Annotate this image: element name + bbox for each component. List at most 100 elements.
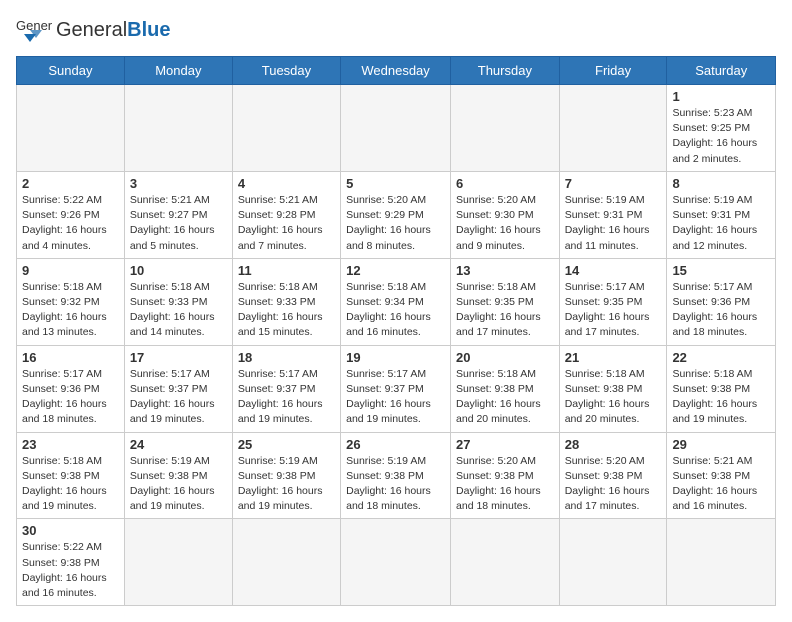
day-number: 27: [456, 437, 554, 452]
calendar-cell: [559, 85, 667, 172]
day-info: Sunrise: 5:18 AM Sunset: 9:38 PM Dayligh…: [22, 454, 119, 515]
day-info: Sunrise: 5:17 AM Sunset: 9:35 PM Dayligh…: [565, 280, 662, 341]
calendar-week-row: 1Sunrise: 5:23 AM Sunset: 9:25 PM Daylig…: [17, 85, 776, 172]
calendar-cell: 14 Sunrise: 5:17 AM Sunset: 9:35 PM Dayli…: [559, 258, 667, 345]
day-info: Sunrise: 5:19 AM Sunset: 9:38 PM Dayligh…: [238, 454, 335, 515]
day-info: Sunrise: 5:17 AM Sunset: 9:37 PM Dayligh…: [130, 367, 227, 428]
day-number: 16: [22, 350, 119, 365]
day-info: Sunrise: 5:21 AM Sunset: 9:27 PM Dayligh…: [130, 193, 227, 254]
day-number: 7: [565, 176, 662, 191]
day-number: 17: [130, 350, 227, 365]
day-info: Sunrise: 5:20 AM Sunset: 9:30 PM Dayligh…: [456, 193, 554, 254]
calendar-cell: [124, 519, 232, 606]
calendar-cell: 29 Sunrise: 5:21 AM Sunset: 9:38 PM Dayli…: [667, 432, 776, 519]
calendar-cell: 15Sunrise: 5:17 AM Sunset: 9:36 PM Dayli…: [667, 258, 776, 345]
calendar-cell: 28 Sunrise: 5:20 AM Sunset: 9:38 PM Dayli…: [559, 432, 667, 519]
day-info: Sunrise: 5:18 AM Sunset: 9:34 PM Dayligh…: [346, 280, 445, 341]
calendar-cell: [341, 519, 451, 606]
weekday-header-wednesday: Wednesday: [341, 57, 451, 85]
day-number: 13: [456, 263, 554, 278]
calendar-cell: 12 Sunrise: 5:18 AM Sunset: 9:34 PM Dayli…: [341, 258, 451, 345]
day-number: 28: [565, 437, 662, 452]
day-info: Sunrise: 5:17 AM Sunset: 9:37 PM Dayligh…: [238, 367, 335, 428]
calendar-cell: [232, 519, 340, 606]
day-info: Sunrise: 5:20 AM Sunset: 9:38 PM Dayligh…: [565, 454, 662, 515]
day-info: Sunrise: 5:22 AM Sunset: 9:38 PM Dayligh…: [22, 540, 119, 601]
calendar-cell: 23 Sunrise: 5:18 AM Sunset: 9:38 PM Dayli…: [17, 432, 125, 519]
calendar-week-row: 2 Sunrise: 5:22 AM Sunset: 9:26 PM Daylig…: [17, 171, 776, 258]
day-number: 30: [22, 523, 119, 538]
day-number: 11: [238, 263, 335, 278]
day-info: Sunrise: 5:20 AM Sunset: 9:29 PM Dayligh…: [346, 193, 445, 254]
calendar-cell: 26Sunrise: 5:19 AM Sunset: 9:38 PM Dayli…: [341, 432, 451, 519]
calendar-cell: 10Sunrise: 5:18 AM Sunset: 9:33 PM Dayli…: [124, 258, 232, 345]
calendar-cell: 5Sunrise: 5:20 AM Sunset: 9:29 PM Daylig…: [341, 171, 451, 258]
day-info: Sunrise: 5:19 AM Sunset: 9:38 PM Dayligh…: [346, 454, 445, 515]
day-number: 21: [565, 350, 662, 365]
day-number: 1: [672, 89, 770, 104]
day-number: 14: [565, 263, 662, 278]
calendar-cell: [667, 519, 776, 606]
day-info: Sunrise: 5:18 AM Sunset: 9:38 PM Dayligh…: [672, 367, 770, 428]
calendar-cell: 9Sunrise: 5:18 AM Sunset: 9:32 PM Daylig…: [17, 258, 125, 345]
day-info: Sunrise: 5:17 AM Sunset: 9:37 PM Dayligh…: [346, 367, 445, 428]
calendar-table: SundayMondayTuesdayWednesdayThursdayFrid…: [16, 56, 776, 606]
day-number: 3: [130, 176, 227, 191]
day-number: 12: [346, 263, 445, 278]
calendar-cell: 22 Sunrise: 5:18 AM Sunset: 9:38 PM Dayli…: [667, 345, 776, 432]
day-number: 20: [456, 350, 554, 365]
calendar-cell: 13 Sunrise: 5:18 AM Sunset: 9:35 PM Dayli…: [451, 258, 560, 345]
calendar-cell: [124, 85, 232, 172]
header: General GeneralBlue: [16, 16, 776, 44]
weekday-header-thursday: Thursday: [451, 57, 560, 85]
logo-text: GeneralBlue: [56, 19, 171, 42]
day-number: 2: [22, 176, 119, 191]
day-number: 10: [130, 263, 227, 278]
day-info: Sunrise: 5:19 AM Sunset: 9:31 PM Dayligh…: [672, 193, 770, 254]
day-number: 23: [22, 437, 119, 452]
day-number: 24: [130, 437, 227, 452]
day-number: 22: [672, 350, 770, 365]
calendar-cell: 17 Sunrise: 5:17 AM Sunset: 9:37 PM Dayli…: [124, 345, 232, 432]
calendar-cell: 25 Sunrise: 5:19 AM Sunset: 9:38 PM Dayli…: [232, 432, 340, 519]
calendar-cell: [341, 85, 451, 172]
calendar-week-row: 23 Sunrise: 5:18 AM Sunset: 9:38 PM Dayli…: [17, 432, 776, 519]
calendar-cell: [232, 85, 340, 172]
calendar-cell: 21Sunrise: 5:18 AM Sunset: 9:38 PM Dayli…: [559, 345, 667, 432]
day-number: 19: [346, 350, 445, 365]
calendar-week-row: 9Sunrise: 5:18 AM Sunset: 9:32 PM Daylig…: [17, 258, 776, 345]
day-info: Sunrise: 5:18 AM Sunset: 9:38 PM Dayligh…: [456, 367, 554, 428]
weekday-header-monday: Monday: [124, 57, 232, 85]
day-info: Sunrise: 5:19 AM Sunset: 9:38 PM Dayligh…: [130, 454, 227, 515]
calendar-cell: 2 Sunrise: 5:22 AM Sunset: 9:26 PM Daylig…: [17, 171, 125, 258]
calendar-cell: [451, 85, 560, 172]
weekday-header-saturday: Saturday: [667, 57, 776, 85]
day-info: Sunrise: 5:18 AM Sunset: 9:35 PM Dayligh…: [456, 280, 554, 341]
day-info: Sunrise: 5:21 AM Sunset: 9:38 PM Dayligh…: [672, 454, 770, 515]
calendar-cell: 3 Sunrise: 5:21 AM Sunset: 9:27 PM Daylig…: [124, 171, 232, 258]
day-number: 25: [238, 437, 335, 452]
calendar-cell: 4Sunrise: 5:21 AM Sunset: 9:28 PM Daylig…: [232, 171, 340, 258]
calendar-cell: 6Sunrise: 5:20 AM Sunset: 9:30 PM Daylig…: [451, 171, 560, 258]
calendar-week-row: 30 Sunrise: 5:22 AM Sunset: 9:38 PM Dayli…: [17, 519, 776, 606]
day-info: Sunrise: 5:22 AM Sunset: 9:26 PM Dayligh…: [22, 193, 119, 254]
calendar-cell: 24 Sunrise: 5:19 AM Sunset: 9:38 PM Dayli…: [124, 432, 232, 519]
day-info: Sunrise: 5:20 AM Sunset: 9:38 PM Dayligh…: [456, 454, 554, 515]
calendar-cell: 20 Sunrise: 5:18 AM Sunset: 9:38 PM Dayli…: [451, 345, 560, 432]
calendar-week-row: 16Sunrise: 5:17 AM Sunset: 9:36 PM Dayli…: [17, 345, 776, 432]
weekday-header-sunday: Sunday: [17, 57, 125, 85]
calendar-cell: 18Sunrise: 5:17 AM Sunset: 9:37 PM Dayli…: [232, 345, 340, 432]
calendar-cell: [559, 519, 667, 606]
day-number: 9: [22, 263, 119, 278]
calendar-cell: 8 Sunrise: 5:19 AM Sunset: 9:31 PM Daylig…: [667, 171, 776, 258]
calendar-cell: 16Sunrise: 5:17 AM Sunset: 9:36 PM Dayli…: [17, 345, 125, 432]
weekday-header-tuesday: Tuesday: [232, 57, 340, 85]
day-number: 29: [672, 437, 770, 452]
calendar-cell: [17, 85, 125, 172]
calendar-cell: 30 Sunrise: 5:22 AM Sunset: 9:38 PM Dayli…: [17, 519, 125, 606]
day-number: 4: [238, 176, 335, 191]
calendar-cell: [451, 519, 560, 606]
day-number: 8: [672, 176, 770, 191]
calendar-cell: 11Sunrise: 5:18 AM Sunset: 9:33 PM Dayli…: [232, 258, 340, 345]
calendar-cell: 19 Sunrise: 5:17 AM Sunset: 9:37 PM Dayli…: [341, 345, 451, 432]
